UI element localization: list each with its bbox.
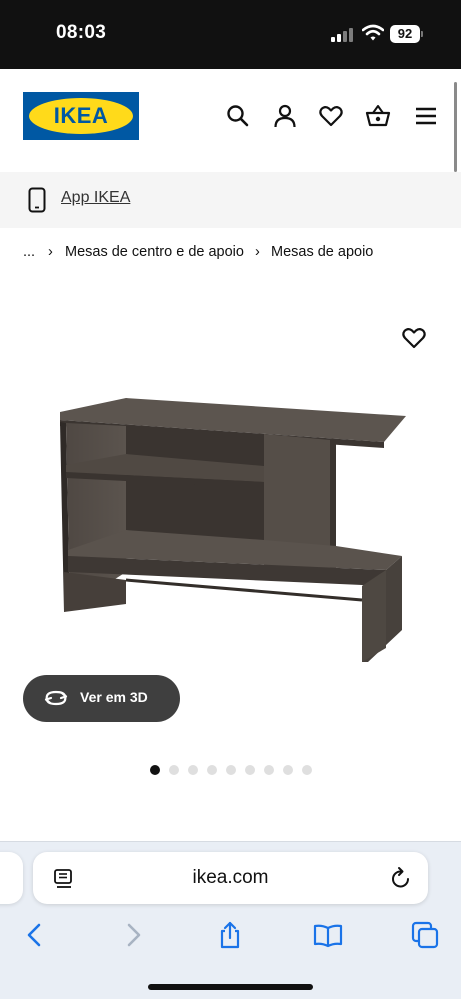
bookmarks-icon[interactable]	[313, 920, 343, 950]
cellular-signal-icon	[331, 28, 353, 42]
gallery-dot[interactable]	[150, 765, 160, 775]
gallery-dot[interactable]	[226, 765, 236, 775]
tabs-icon[interactable]	[410, 920, 440, 950]
address-bar[interactable]: ikea.com	[33, 852, 428, 904]
breadcrumb-item-mesas-apoio[interactable]: Mesas de apoio	[271, 244, 373, 260]
breadcrumb: ... › Mesas de centro e de apoio › Mesas…	[0, 242, 461, 264]
forward-icon[interactable]	[118, 920, 148, 950]
menu-icon[interactable]	[413, 103, 439, 129]
product-image[interactable]	[40, 390, 420, 680]
gallery-dot[interactable]	[264, 765, 274, 775]
breadcrumb-separator: ›	[255, 244, 260, 260]
gallery-dot[interactable]	[283, 765, 293, 775]
rotate-3d-icon	[44, 690, 68, 706]
heart-outline-icon[interactable]	[401, 326, 427, 350]
site-header: IKEA	[0, 69, 461, 172]
battery-indicator: 92	[390, 25, 420, 43]
app-banner-link[interactable]: App IKEA	[61, 189, 130, 207]
scroll-indicator[interactable]	[454, 82, 457, 172]
gallery-dot[interactable]	[245, 765, 255, 775]
share-icon[interactable]	[215, 920, 245, 950]
search-icon[interactable]	[225, 103, 251, 129]
home-indicator[interactable]	[148, 984, 313, 990]
view-in-3d-label: Ver em 3D	[80, 689, 148, 705]
breadcrumb-ellipsis[interactable]: ...	[23, 244, 35, 260]
breadcrumb-item-mesas-centro-apoio[interactable]: Mesas de centro e de apoio	[65, 244, 244, 260]
back-icon[interactable]	[20, 920, 50, 950]
gallery-dot[interactable]	[188, 765, 198, 775]
url-text[interactable]: ikea.com	[33, 867, 428, 889]
status-time: 08:03	[56, 22, 107, 43]
view-in-3d-button[interactable]: Ver em 3D	[23, 675, 180, 722]
basket-icon[interactable]	[365, 103, 391, 129]
wifi-icon	[362, 24, 384, 41]
app-banner[interactable]: App IKEA	[0, 172, 461, 228]
smartphone-icon	[28, 187, 46, 213]
gallery-dot[interactable]	[207, 765, 217, 775]
ikea-logo-oval: IKEA	[29, 98, 133, 134]
breadcrumb-separator: ›	[48, 244, 53, 260]
account-icon[interactable]	[272, 103, 298, 129]
previous-tab-peek[interactable]	[0, 852, 23, 904]
gallery-dot[interactable]	[169, 765, 179, 775]
reload-icon[interactable]	[390, 866, 412, 890]
battery-tip	[421, 31, 423, 37]
status-bar: 08:03 92	[0, 0, 461, 69]
ikea-logo-text: IKEA	[53, 103, 109, 128]
browser-toolbar: ikea.com	[0, 841, 461, 999]
gallery-pagination	[150, 765, 320, 777]
favourites-icon[interactable]	[318, 103, 344, 129]
ikea-logo[interactable]: IKEA	[23, 92, 139, 140]
gallery-dot[interactable]	[302, 765, 312, 775]
